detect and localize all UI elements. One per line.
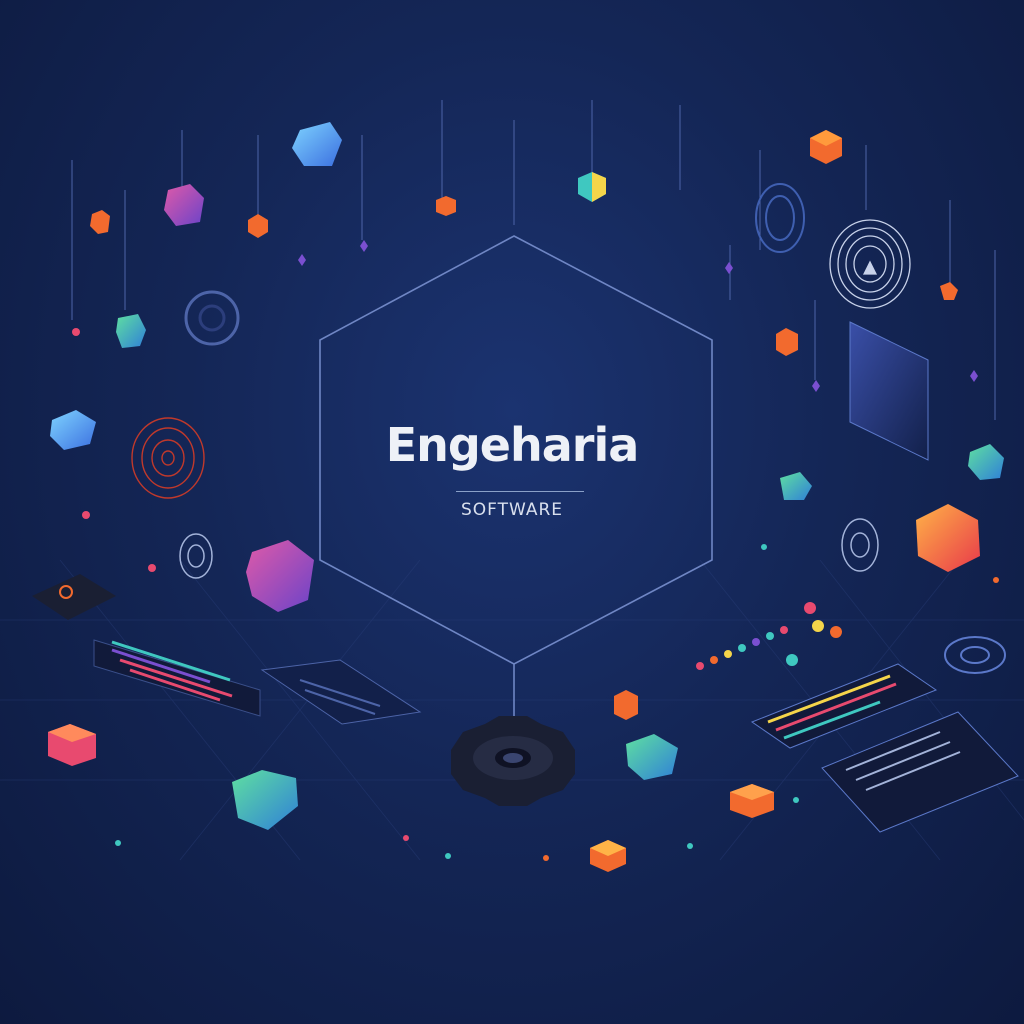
title-divider xyxy=(456,491,584,492)
panel-icon xyxy=(821,711,1019,833)
gem-icon xyxy=(164,184,204,226)
gear-icon xyxy=(184,290,240,346)
cube-icon xyxy=(90,210,110,234)
cube-icon xyxy=(436,196,456,216)
concentric-circles-icon xyxy=(755,183,805,253)
cube-icon xyxy=(578,172,606,202)
brand-title: Engeharia xyxy=(385,418,640,472)
gem-icon xyxy=(292,122,342,166)
cube-icon xyxy=(48,724,96,766)
gem-icon xyxy=(116,314,146,348)
circle-icon xyxy=(179,533,213,579)
gem-icon xyxy=(246,540,314,612)
cube-icon xyxy=(940,282,958,300)
cube-icon xyxy=(810,130,842,164)
gem-icon xyxy=(780,472,812,500)
gear-icon xyxy=(944,636,1006,674)
brand-tagline: SOFTWARE xyxy=(460,500,564,520)
gem-icon xyxy=(626,734,678,780)
cube-icon xyxy=(590,840,626,872)
cube-icon xyxy=(776,328,798,356)
device-icon xyxy=(32,574,116,620)
central-hexagon-frame xyxy=(319,235,713,730)
cube-icon xyxy=(614,690,638,720)
circle-icon xyxy=(841,518,879,572)
gear-icon xyxy=(451,716,575,806)
panel-icon xyxy=(93,639,261,717)
gem-icon xyxy=(232,770,298,830)
cube-icon xyxy=(730,784,774,818)
cube-icon xyxy=(248,214,268,238)
title-block: Engeharia xyxy=(0,418,1024,472)
concentric-circles-icon xyxy=(829,219,911,309)
